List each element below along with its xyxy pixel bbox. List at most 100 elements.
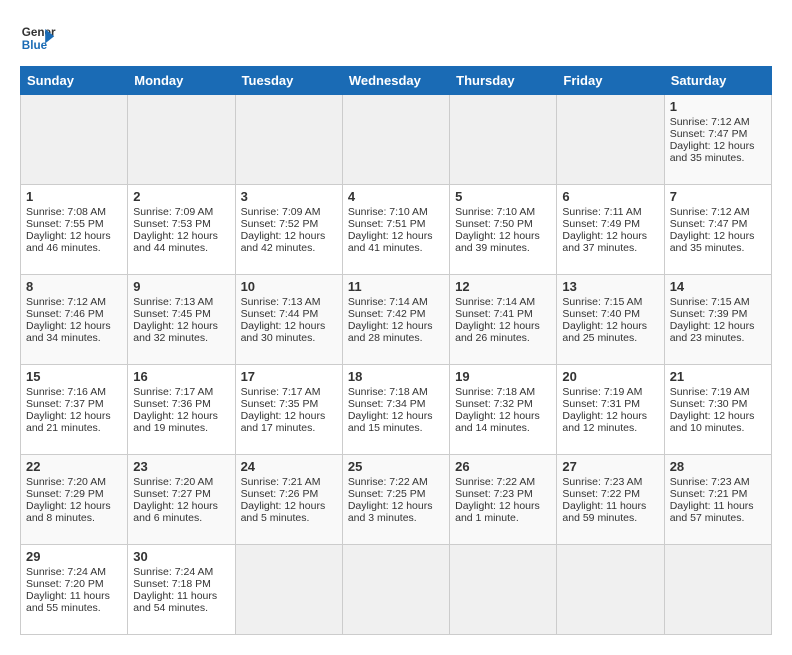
calendar-cell: 2Sunrise: 7:09 AMSunset: 7:53 PMDaylight…	[128, 185, 235, 275]
calendar-cell: 17Sunrise: 7:17 AMSunset: 7:35 PMDayligh…	[235, 365, 342, 455]
calendar-cell	[342, 545, 449, 635]
calendar-header-monday: Monday	[128, 67, 235, 95]
calendar-cell: 9Sunrise: 7:13 AMSunset: 7:45 PMDaylight…	[128, 275, 235, 365]
logo: General Blue	[20, 20, 56, 56]
sunrise-text: Sunrise: 7:15 AM	[562, 296, 658, 308]
day-number: 15	[26, 369, 122, 384]
day-number: 8	[26, 279, 122, 294]
daylight-text: Daylight: 12 hours and 41 minutes.	[348, 230, 444, 254]
sunrise-text: Sunrise: 7:10 AM	[348, 206, 444, 218]
sunset-text: Sunset: 7:47 PM	[670, 218, 766, 230]
calendar-cell: 30Sunrise: 7:24 AMSunset: 7:18 PMDayligh…	[128, 545, 235, 635]
sunset-text: Sunset: 7:18 PM	[133, 578, 229, 590]
sunrise-text: Sunrise: 7:08 AM	[26, 206, 122, 218]
sunrise-text: Sunrise: 7:16 AM	[26, 386, 122, 398]
sunset-text: Sunset: 7:53 PM	[133, 218, 229, 230]
daylight-text: Daylight: 12 hours and 46 minutes.	[26, 230, 122, 254]
day-number: 16	[133, 369, 229, 384]
sunrise-text: Sunrise: 7:12 AM	[670, 116, 766, 128]
sunrise-text: Sunrise: 7:23 AM	[562, 476, 658, 488]
calendar-header-tuesday: Tuesday	[235, 67, 342, 95]
calendar-header-wednesday: Wednesday	[342, 67, 449, 95]
sunrise-text: Sunrise: 7:11 AM	[562, 206, 658, 218]
calendar-cell: 25Sunrise: 7:22 AMSunset: 7:25 PMDayligh…	[342, 455, 449, 545]
sunset-text: Sunset: 7:32 PM	[455, 398, 551, 410]
page-header: General Blue	[20, 20, 772, 56]
sunset-text: Sunset: 7:41 PM	[455, 308, 551, 320]
calendar-cell: 29Sunrise: 7:24 AMSunset: 7:20 PMDayligh…	[21, 545, 128, 635]
daylight-text: Daylight: 12 hours and 17 minutes.	[241, 410, 337, 434]
sunset-text: Sunset: 7:31 PM	[562, 398, 658, 410]
daylight-text: Daylight: 12 hours and 10 minutes.	[670, 410, 766, 434]
daylight-text: Daylight: 11 hours and 54 minutes.	[133, 590, 229, 614]
sunrise-text: Sunrise: 7:17 AM	[133, 386, 229, 398]
calendar-cell	[450, 545, 557, 635]
daylight-text: Daylight: 12 hours and 32 minutes.	[133, 320, 229, 344]
calendar-cell: 20Sunrise: 7:19 AMSunset: 7:31 PMDayligh…	[557, 365, 664, 455]
day-number: 24	[241, 459, 337, 474]
day-number: 14	[670, 279, 766, 294]
sunset-text: Sunset: 7:50 PM	[455, 218, 551, 230]
sunrise-text: Sunrise: 7:12 AM	[26, 296, 122, 308]
calendar-cell: 1Sunrise: 7:08 AMSunset: 7:55 PMDaylight…	[21, 185, 128, 275]
logo-icon: General Blue	[20, 20, 56, 56]
sunset-text: Sunset: 7:34 PM	[348, 398, 444, 410]
calendar-cell: 4Sunrise: 7:10 AMSunset: 7:51 PMDaylight…	[342, 185, 449, 275]
day-number: 7	[670, 189, 766, 204]
calendar-cell	[557, 95, 664, 185]
calendar-cell	[557, 545, 664, 635]
day-number: 1	[670, 99, 766, 114]
day-number: 2	[133, 189, 229, 204]
calendar-cell: 7 Sunrise: 7:12 AMSunset: 7:47 PMDaylight…	[664, 185, 771, 275]
calendar-cell: 1Sunrise: 7:12 AMSunset: 7:47 PMDaylight…	[664, 95, 771, 185]
calendar-cell: 15Sunrise: 7:16 AMSunset: 7:37 PMDayligh…	[21, 365, 128, 455]
calendar-header-saturday: Saturday	[664, 67, 771, 95]
daylight-text: Daylight: 12 hours and 5 minutes.	[241, 500, 337, 524]
daylight-text: Daylight: 11 hours and 57 minutes.	[670, 500, 766, 524]
sunset-text: Sunset: 7:49 PM	[562, 218, 658, 230]
daylight-text: Daylight: 11 hours and 59 minutes.	[562, 500, 658, 524]
daylight-text: Daylight: 12 hours and 44 minutes.	[133, 230, 229, 254]
calendar-cell	[235, 545, 342, 635]
day-number: 25	[348, 459, 444, 474]
sunrise-text: Sunrise: 7:20 AM	[133, 476, 229, 488]
daylight-text: Daylight: 12 hours and 35 minutes.	[670, 230, 766, 254]
sunset-text: Sunset: 7:35 PM	[241, 398, 337, 410]
sunset-text: Sunset: 7:44 PM	[241, 308, 337, 320]
sunrise-text: Sunrise: 7:19 AM	[562, 386, 658, 398]
calendar-header-thursday: Thursday	[450, 67, 557, 95]
daylight-text: Daylight: 12 hours and 15 minutes.	[348, 410, 444, 434]
calendar-cell: 13Sunrise: 7:15 AMSunset: 7:40 PMDayligh…	[557, 275, 664, 365]
sunset-text: Sunset: 7:51 PM	[348, 218, 444, 230]
sunrise-text: Sunrise: 7:13 AM	[133, 296, 229, 308]
sunrise-text: Sunrise: 7:21 AM	[241, 476, 337, 488]
calendar-cell: 21Sunrise: 7:19 AMSunset: 7:30 PMDayligh…	[664, 365, 771, 455]
sunrise-text: Sunrise: 7:19 AM	[670, 386, 766, 398]
day-number: 17	[241, 369, 337, 384]
calendar-cell	[664, 545, 771, 635]
calendar-cell: 3Sunrise: 7:09 AMSunset: 7:52 PMDaylight…	[235, 185, 342, 275]
daylight-text: Daylight: 12 hours and 28 minutes.	[348, 320, 444, 344]
sunrise-text: Sunrise: 7:22 AM	[455, 476, 551, 488]
svg-text:Blue: Blue	[22, 39, 48, 52]
calendar-cell	[235, 95, 342, 185]
day-number: 5	[455, 189, 551, 204]
day-number: 20	[562, 369, 658, 384]
calendar-cell: 12Sunrise: 7:14 AMSunset: 7:41 PMDayligh…	[450, 275, 557, 365]
day-number: 10	[241, 279, 337, 294]
sunset-text: Sunset: 7:42 PM	[348, 308, 444, 320]
sunset-text: Sunset: 7:30 PM	[670, 398, 766, 410]
calendar-cell: 14Sunrise: 7:15 AMSunset: 7:39 PMDayligh…	[664, 275, 771, 365]
day-number: 26	[455, 459, 551, 474]
sunrise-text: Sunrise: 7:12 AM	[670, 206, 766, 218]
day-number: 1	[26, 189, 122, 204]
calendar-cell: 11Sunrise: 7:14 AMSunset: 7:42 PMDayligh…	[342, 275, 449, 365]
calendar-cell: 19Sunrise: 7:18 AMSunset: 7:32 PMDayligh…	[450, 365, 557, 455]
sunrise-text: Sunrise: 7:18 AM	[455, 386, 551, 398]
calendar-cell: 18Sunrise: 7:18 AMSunset: 7:34 PMDayligh…	[342, 365, 449, 455]
daylight-text: Daylight: 12 hours and 34 minutes.	[26, 320, 122, 344]
day-number: 11	[348, 279, 444, 294]
daylight-text: Daylight: 12 hours and 37 minutes.	[562, 230, 658, 254]
day-number: 12	[455, 279, 551, 294]
day-number: 23	[133, 459, 229, 474]
